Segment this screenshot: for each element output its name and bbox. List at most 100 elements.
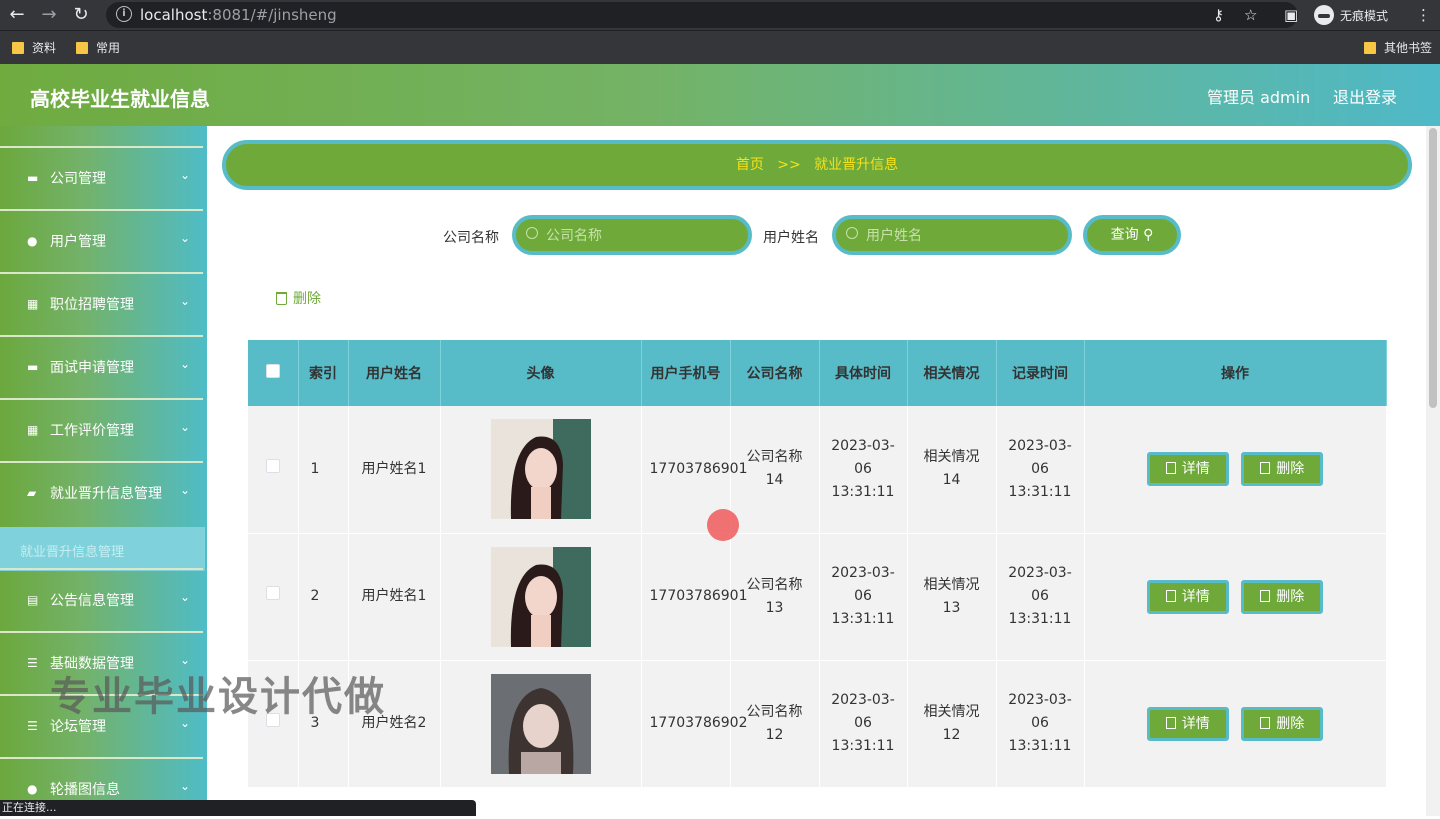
more-menu-icon[interactable]: ⋮ <box>1416 4 1431 26</box>
app-header: 高校毕业生就业信息 管理员 admin 退出登录 <box>0 64 1440 126</box>
column-header[interactable]: 用户手机号 <box>641 340 731 406</box>
bulk-delete-button[interactable]: 删除 <box>276 288 321 308</box>
chevron-down-icon: ⌄ <box>180 779 191 793</box>
sidebar-item-users[interactable]: ● 用户管理 ⌄ <box>0 209 203 271</box>
sidebar-item-reviews[interactable]: ▦ 工作评价管理 ⌄ <box>0 398 203 460</box>
admin-label: 管理员 admin <box>1207 88 1311 107</box>
avatar-image[interactable] <box>490 546 591 647</box>
logout-link[interactable]: 退出登录 <box>1333 84 1397 108</box>
company-search-input[interactable] <box>546 225 736 245</box>
name-cell: 用户姓名1 <box>348 406 441 534</box>
delete-button[interactable]: 删除 <box>1241 579 1324 614</box>
list-icon: ☰ <box>27 656 38 670</box>
user-search-box[interactable] <box>832 215 1072 255</box>
bookmark-folder[interactable]: 资料 <box>12 39 56 56</box>
avatar-cell <box>440 660 642 788</box>
column-header[interactable]: 记录时间 <box>996 340 1085 406</box>
delete-button[interactable]: 删除 <box>1241 452 1324 487</box>
scroll-thumb[interactable] <box>1429 128 1437 408</box>
document-icon <box>1165 462 1176 475</box>
index-cell: 2 <box>298 533 349 661</box>
sidebar-item-notices[interactable]: ▤ 公告信息管理 ⌄ <box>0 568 203 630</box>
table-header-row: 索引 用户姓名 头像 用户手机号 公司名称 具体时间 相关情况 记录时间 操作 <box>248 340 1387 406</box>
sidebar-item-interviews[interactable]: ▬ 面试申请管理 ⌄ <box>0 335 203 397</box>
situation-cell: 相关情况12 <box>907 660 997 788</box>
column-header[interactable]: 具体时间 <box>819 340 908 406</box>
key-icon[interactable]: ⚷ <box>1213 4 1224 26</box>
detail-button[interactable]: 详情 <box>1146 452 1229 487</box>
reload-icon[interactable]: ↻ <box>70 4 92 26</box>
sidepanel-icon[interactable]: ▣ <box>1284 4 1298 26</box>
row-select-cell <box>248 406 299 534</box>
chevron-down-icon: ⌄ <box>180 231 191 245</box>
avatar-image[interactable] <box>490 419 591 520</box>
column-header[interactable]: 公司名称 <box>730 340 820 406</box>
user-search-label: 用户姓名 <box>763 230 819 246</box>
user-icon: ● <box>27 234 38 248</box>
browser-status-bar: 正在连接... <box>0 800 476 816</box>
site-info-icon[interactable]: i <box>116 6 132 22</box>
briefcase-icon: ▰ <box>27 486 37 500</box>
time-cell: 2023-03-06 13:31:11 <box>819 660 908 788</box>
sidebar-item-company[interactable]: ▬ 公司管理 ⌄ <box>0 146 203 208</box>
query-button[interactable]: 查询 ⚲ <box>1083 215 1181 255</box>
chevron-down-icon: ⌄ <box>180 357 191 371</box>
page-scrollbar[interactable] <box>1426 126 1440 816</box>
chevron-down-icon: ⌄ <box>180 590 191 604</box>
user-search-input[interactable] <box>866 225 1056 245</box>
app-title: 高校毕业生就业信息 <box>30 87 210 111</box>
chat-icon: ▬ <box>27 360 39 374</box>
breadcrumb: 首页 >> 就业晋升信息 <box>222 140 1412 190</box>
breadcrumb-current: 就业晋升信息 <box>814 157 899 173</box>
submenu-item-promotion[interactable]: 就业晋升信息管理 <box>0 527 205 571</box>
address-bar[interactable]: i localhost:8081/#/jinsheng <box>106 2 1298 28</box>
avatar-image[interactable] <box>490 673 591 774</box>
trash-icon <box>1260 716 1271 729</box>
forward-arrow-icon[interactable]: → <box>38 4 60 26</box>
row-checkbox[interactable] <box>265 458 280 473</box>
company-search-box[interactable] <box>512 215 752 255</box>
bookmark-folder[interactable]: 常用 <box>76 39 120 56</box>
column-header[interactable]: 头像 <box>440 340 642 406</box>
building-icon: ▬ <box>27 171 39 185</box>
data-table: 索引 用户姓名 头像 用户手机号 公司名称 具体时间 相关情况 记录时间 操作 … <box>248 340 1387 788</box>
other-bookmarks[interactable]: 其他书签 <box>1364 39 1432 56</box>
star-icon[interactable]: ☆ <box>1244 4 1257 26</box>
detail-button[interactable]: 详情 <box>1146 579 1229 614</box>
breadcrumb-home[interactable]: 首页 <box>736 157 764 173</box>
chevron-down-icon: ⌄ <box>180 420 191 434</box>
column-header: 操作 <box>1084 340 1387 406</box>
list-icon: ☰ <box>27 719 38 733</box>
company-search-label: 公司名称 <box>443 230 499 246</box>
notice-icon: ▤ <box>27 593 39 607</box>
row-select-cell <box>248 533 299 661</box>
column-header[interactable]: 相关情况 <box>907 340 997 406</box>
select-all-checkbox[interactable] <box>265 364 280 378</box>
back-arrow-icon[interactable]: ← <box>6 4 28 26</box>
folder-icon <box>1364 41 1376 54</box>
url-text: localhost:8081/#/jinsheng <box>140 6 337 24</box>
document-icon <box>1165 716 1176 729</box>
incognito-indicator[interactable]: 无痕模式 <box>1314 3 1388 27</box>
actions-cell: 详情 删除 <box>1084 660 1387 788</box>
phone-cell: 17703786902 <box>641 660 747 788</box>
breadcrumb-separator: >> <box>777 157 801 173</box>
time-cell: 2023-03-06 13:31:11 <box>819 406 908 534</box>
column-header[interactable]: 索引 <box>298 340 349 406</box>
record-time-cell: 2023-03-06 13:31:11 <box>996 406 1085 534</box>
table-row: 1 用户姓名1 17703786901 公司名称14 2023-03-06 13… <box>248 406 1387 534</box>
detail-button[interactable]: 详情 <box>1146 706 1229 741</box>
chevron-down-icon: ⌄ <box>180 294 191 308</box>
incognito-icon <box>1314 5 1334 25</box>
sidebar-item-jobs[interactable]: ▦ 职位招聘管理 ⌄ <box>0 272 203 334</box>
index-cell: 1 <box>298 406 349 534</box>
delete-button[interactable]: 删除 <box>1241 706 1324 741</box>
row-checkbox[interactable] <box>265 586 280 600</box>
column-header[interactable]: 用户姓名 <box>348 340 441 406</box>
table-row: 3 用户姓名2 17703786902 公司名称12 2023-03-06 13… <box>248 660 1387 788</box>
sidebar-item-promotion[interactable]: ▰ 就业晋升信息管理 ⌄ <box>0 461 203 523</box>
grid-icon: ▦ <box>27 423 39 437</box>
actions-cell: 详情 删除 <box>1084 406 1387 534</box>
situation-cell: 相关情况14 <box>907 406 997 534</box>
record-time-cell: 2023-03-06 13:31:11 <box>996 660 1085 788</box>
